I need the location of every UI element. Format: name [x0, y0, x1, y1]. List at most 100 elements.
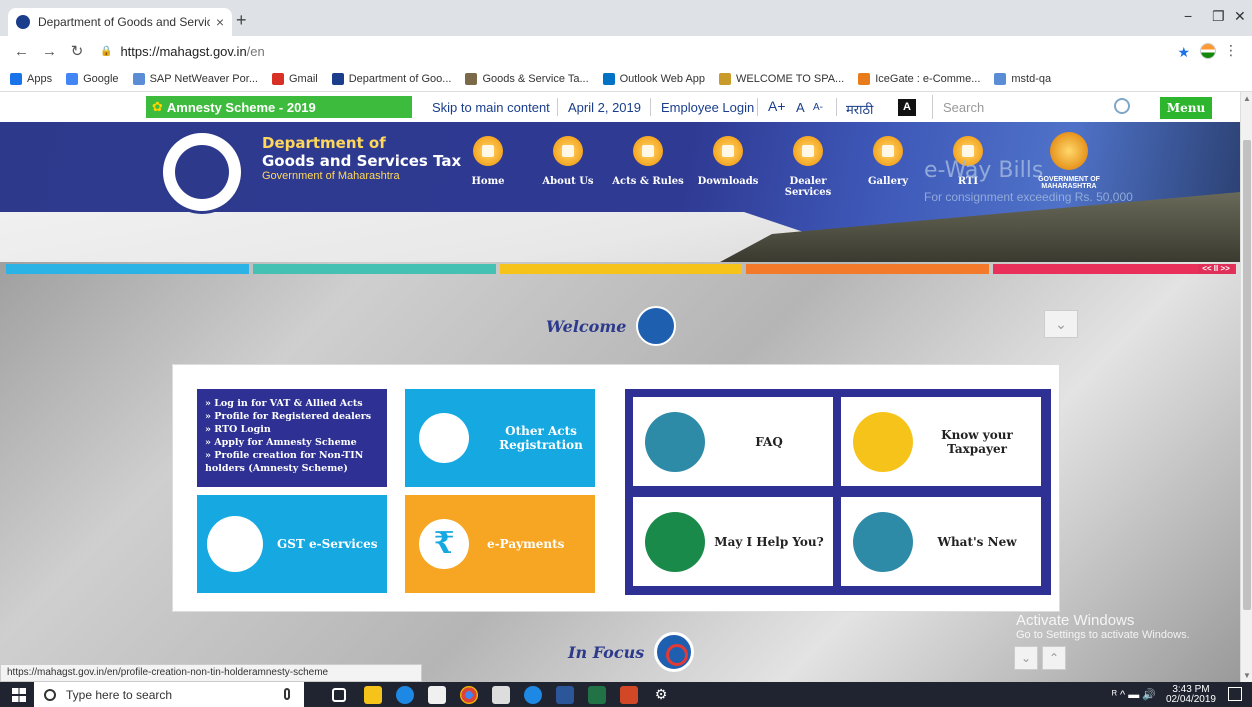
extension-icon[interactable] [1200, 43, 1216, 59]
color-bar-segment [252, 264, 496, 274]
language-marathi-link[interactable]: मराठी [846, 100, 873, 118]
bookmark-label: Google [83, 72, 119, 85]
windows-taskbar: Type here to search ⚙ ᴿ ^ ▬ 🔊 3:43 PM 02… [0, 682, 1252, 707]
address-bar-row: ← → ↻ 🔒 https://mahagst.gov.in/en ★ ⋮ [0, 36, 1252, 66]
bookmark-item[interactable]: Google [66, 72, 119, 85]
vat-link[interactable]: » Profile for Registered dealers [205, 410, 379, 423]
bookmark-item[interactable]: Gmail [271, 72, 318, 85]
bookmark-item[interactable]: Goods & Service Ta... [465, 72, 589, 85]
windows-start-icon[interactable] [12, 687, 26, 702]
store-icon[interactable] [428, 686, 446, 704]
cortana-icon [44, 688, 56, 701]
bookmark-favicon-icon [719, 72, 732, 85]
nav-item-dealer-services[interactable]: Dealer Services [768, 136, 848, 198]
task-view-icon[interactable] [332, 688, 346, 702]
bookmark-item[interactable]: mstd-qa [994, 72, 1051, 85]
tab-close-icon[interactable]: × [216, 14, 224, 30]
taskbar-search-input[interactable]: Type here to search [34, 682, 304, 707]
edge-icon[interactable] [396, 686, 414, 704]
close-window-button[interactable]: ✕ [1234, 8, 1246, 25]
chrome-icon[interactable] [460, 686, 478, 704]
skip-to-content-link[interactable]: Skip to main content [432, 100, 550, 115]
microphone-icon[interactable] [284, 688, 290, 700]
system-tray-icons[interactable]: ᴿ ^ ▬ 🔊 [1112, 688, 1156, 701]
mail-icon[interactable] [492, 686, 510, 704]
web-page: ✿ Amnesty Scheme - 2019 Skip to main con… [0, 92, 1240, 682]
bookmark-item[interactable]: IceGate : e-Comme... [858, 72, 980, 85]
in-focus-up-button[interactable]: ⌃ [1042, 646, 1066, 670]
know-your-taxpayer-tile[interactable]: Know your Taxpayer [841, 397, 1041, 486]
department-seal-logo[interactable] [160, 130, 244, 214]
bookmark-item[interactable]: Department of Goo... [331, 72, 451, 85]
may-i-help-label: May I Help You? [714, 534, 824, 549]
faq-tile[interactable]: FAQ [633, 397, 833, 486]
back-icon[interactable]: ← [14, 43, 29, 60]
slide-controls[interactable]: << II >> [1198, 264, 1234, 274]
registration-icon [419, 413, 469, 463]
nav-item-about-us[interactable]: About Us [528, 136, 608, 198]
bookmark-star-icon[interactable]: ★ [1177, 44, 1190, 61]
minimize-button[interactable]: − [1184, 8, 1192, 24]
search-placeholder: Search [943, 99, 985, 115]
whats-new-tile[interactable]: What's New [841, 497, 1041, 586]
file-explorer-icon[interactable] [364, 686, 382, 704]
vat-link[interactable]: » Log in for VAT & Allied Acts [205, 397, 379, 410]
bookmark-favicon-icon [465, 72, 478, 85]
url-field[interactable]: 🔒 https://mahagst.gov.in/en [100, 44, 265, 59]
clock-date: 02/04/2019 [1165, 694, 1216, 705]
vat-link[interactable]: » Apply for Amnesty Scheme [205, 436, 379, 449]
may-i-help-tile[interactable]: May I Help You? [633, 497, 833, 586]
scroll-down-icon[interactable]: ▼ [1243, 671, 1251, 680]
excel-icon[interactable] [588, 686, 606, 704]
notifications-icon[interactable] [1228, 687, 1242, 701]
search-input[interactable]: Search [932, 95, 1144, 119]
settings-gear-icon[interactable]: ⚙ [652, 686, 670, 704]
nav-label: About Us [542, 176, 594, 187]
menu-button[interactable]: Menu [1160, 97, 1212, 119]
ie-icon[interactable] [524, 686, 542, 704]
clock[interactable]: 3:43 PM 02/04/2019 [1166, 685, 1216, 705]
nav-item-gallery[interactable]: Gallery [848, 136, 928, 198]
gst-eservices-tile[interactable]: GST e-Services [197, 495, 387, 593]
browser-menu-icon[interactable]: ⋮ [1224, 42, 1238, 59]
favicon-icon [16, 15, 30, 29]
divider [757, 98, 758, 116]
vat-link[interactable]: » Profile creation for Non-TIN holders (… [205, 449, 379, 475]
handshake-icon [636, 306, 677, 346]
scroll-up-icon[interactable]: ▲ [1243, 94, 1251, 103]
scroll-thumb[interactable] [1243, 140, 1251, 610]
powerpoint-icon[interactable] [620, 686, 638, 704]
forward-icon[interactable]: → [42, 43, 57, 60]
new-tab-button[interactable]: + [236, 10, 247, 31]
bookmark-label: Apps [27, 72, 53, 85]
gear-icon: ✿ [152, 99, 163, 114]
nav-item-acts-rules[interactable]: Acts & Rules [608, 136, 688, 198]
bookmark-item[interactable]: WELCOME TO SPA... [719, 72, 845, 85]
amnesty-scheme-link[interactable]: ✿ Amnesty Scheme - 2019 [146, 96, 412, 118]
whats-new-label: What's New [937, 534, 1017, 549]
reload-icon[interactable]: ↻ [70, 42, 84, 60]
taskbar-search-placeholder: Type here to search [66, 687, 173, 702]
bookmark-label: WELCOME TO SPA... [736, 72, 845, 85]
dealer-icon [793, 136, 823, 166]
bookmark-item[interactable]: Apps [10, 72, 53, 85]
maximize-button[interactable]: ❐ [1212, 8, 1225, 25]
other-acts-registration-tile[interactable]: Other Acts Registration [405, 389, 595, 487]
search-icon[interactable] [1114, 98, 1130, 114]
font-small-button[interactable]: A- [813, 102, 823, 113]
font-large-button[interactable]: A+ [768, 98, 786, 114]
contrast-button[interactable]: A [898, 99, 916, 116]
vat-link[interactable]: » RTO Login [205, 423, 379, 436]
in-focus-down-button[interactable]: ⌄ [1014, 646, 1038, 670]
epayments-tile[interactable]: ₹ e-Payments [405, 495, 595, 593]
bookmark-item[interactable]: Outlook Web App [602, 72, 705, 85]
browser-tab[interactable]: Department of Goods and Servic × [8, 8, 232, 36]
bookmark-item[interactable]: SAP NetWeaver Por... [132, 72, 258, 85]
page-scrollbar[interactable]: ▲ ▼ [1240, 92, 1252, 682]
collapse-button[interactable]: ⌄ [1044, 310, 1078, 338]
font-normal-button[interactable]: A [796, 100, 805, 115]
word-icon[interactable] [556, 686, 574, 704]
nav-item-downloads[interactable]: Downloads [688, 136, 768, 198]
employee-login-link[interactable]: Employee Login [661, 100, 754, 115]
nav-item-home[interactable]: Home [448, 136, 528, 198]
